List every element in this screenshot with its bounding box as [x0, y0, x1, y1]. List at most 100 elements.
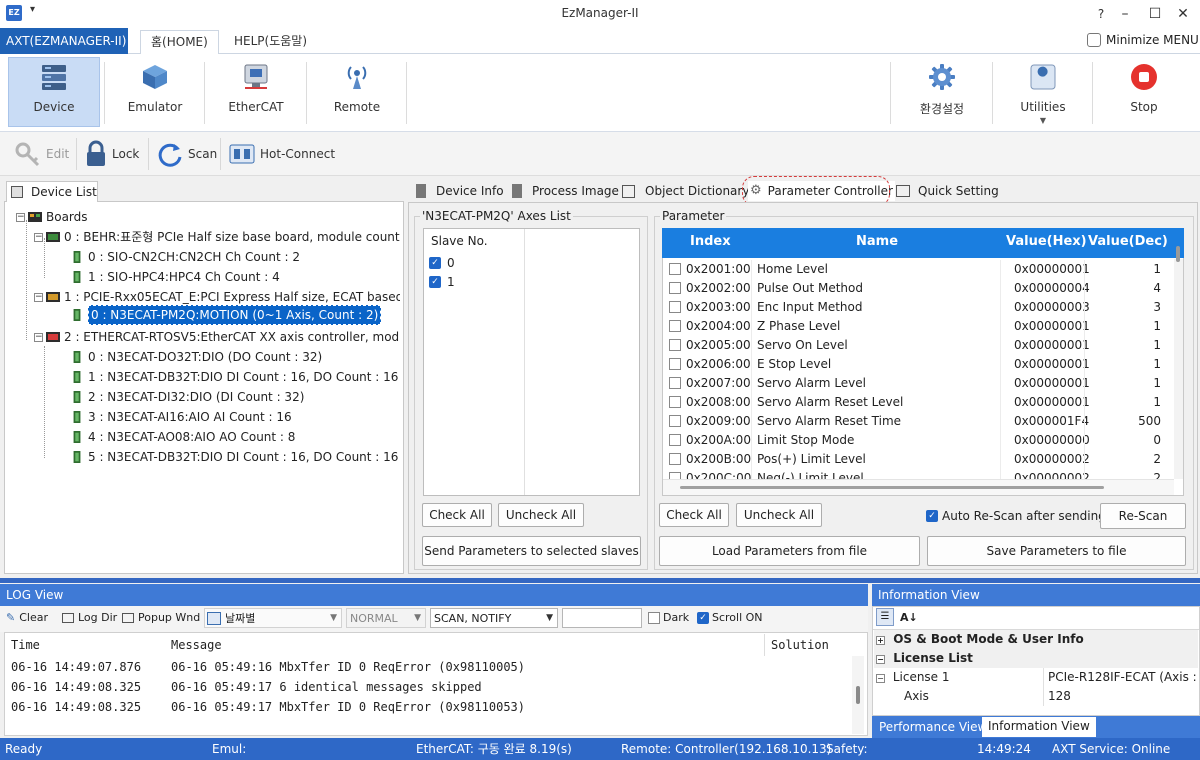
stop-button[interactable]: Stop — [1096, 58, 1192, 128]
sort-alpha-icon[interactable]: A↓ — [900, 611, 918, 624]
checkbox-unchecked[interactable] — [669, 263, 681, 275]
header-index[interactable]: Index — [690, 234, 731, 249]
axis-item[interactable]: ✓ 0 — [429, 256, 455, 270]
checkbox-unchecked[interactable] — [669, 453, 681, 465]
tree-node-module[interactable]: 2 : N3ECAT-DI32:DIO (DI Count : 32) — [70, 388, 304, 406]
params-check-all-button[interactable]: Check All — [659, 503, 729, 527]
tree-node-module[interactable]: 1 : N3ECAT-DB32T:DIO DI Count : 16, DO C… — [70, 368, 398, 386]
load-parameters-button[interactable]: Load Parameters from file — [659, 536, 920, 566]
tab-process-image[interactable]: Process Image — [512, 181, 619, 201]
axis-item[interactable]: ✓ 1 — [429, 275, 455, 289]
tab-help[interactable]: HELP(도움말) — [224, 30, 317, 54]
checkbox-unchecked[interactable] — [669, 301, 681, 313]
device-button[interactable]: Device — [8, 58, 100, 128]
info-axis-row[interactable]: Axis — [874, 687, 1198, 706]
collapse-icon[interactable]: − — [34, 332, 43, 342]
ethercat-button[interactable]: EtherCAT — [208, 58, 304, 128]
emulator-button[interactable]: Emulator — [108, 58, 202, 128]
tree-node-module[interactable]: 1 : SIO-HPC4:HPC4 Ch Count : 4 — [70, 268, 280, 286]
checkbox-unchecked[interactable] — [669, 377, 681, 389]
log-level-select[interactable]: NORMAL ▼ — [346, 608, 426, 628]
tree-node-board-2[interactable]: − 2 : ETHERCAT-RTOSV5:EtherCAT XX axis c… — [34, 328, 400, 346]
tab-information-view[interactable]: Information View — [982, 717, 1096, 737]
log-dir-button[interactable]: Log Dir — [62, 611, 117, 624]
dark-checkbox[interactable]: Dark — [648, 611, 689, 624]
header-value-dec[interactable]: Value(Dec) — [1088, 234, 1168, 249]
settings-button[interactable]: 환경설정 — [894, 58, 990, 128]
save-parameters-button[interactable]: Save Parameters to file — [927, 536, 1186, 566]
parameter-row[interactable]: 0x2001:00 Home Level 0x00000001 1 — [663, 260, 1174, 279]
info-os-category[interactable]: + OS & Boot Mode & User Info — [874, 630, 1198, 649]
log-date-select[interactable]: 날짜별 ▼ — [204, 608, 342, 628]
scroll-on-checkbox[interactable]: ✓ Scroll ON — [697, 611, 763, 624]
expand-icon[interactable]: + — [876, 636, 885, 645]
parameter-row[interactable]: 0x200B:00 Pos(+) Limit Level 0x00000002 2 — [663, 450, 1174, 469]
checkbox-unchecked[interactable] — [669, 358, 681, 370]
maximize-window-button[interactable]: ☐ — [1144, 4, 1166, 24]
checkbox-unchecked[interactable] — [669, 282, 681, 294]
tree-node-board-0[interactable]: − 0 : BEHR:표준형 PCIe Half size base board… — [34, 228, 400, 246]
parameter-row[interactable]: 0x2008:00 Servo Alarm Reset Level 0x000000… — [663, 393, 1174, 412]
tree-node-boards[interactable]: − Boards — [16, 208, 88, 226]
tree-node-board-1[interactable]: − 1 : PCIE-Rxx05ECAT_E:PCI Express Half … — [34, 288, 400, 306]
close-window-button[interactable]: ✕ — [1172, 4, 1194, 24]
minimize-menu-toggle[interactable]: Minimize MENU — [1087, 33, 1199, 47]
parameter-row[interactable]: 0x200A:00 Limit Stop Mode 0x00000000 0 — [663, 431, 1174, 450]
horizontal-splitter[interactable] — [0, 578, 1200, 583]
edit-button[interactable]: Edit — [14, 138, 69, 170]
tree-node-module[interactable]: 0 : N3ECAT-DO32T:DIO (DO Count : 32) — [70, 348, 322, 366]
info-license-list-category[interactable]: − License List — [874, 649, 1198, 668]
auto-rescan-checkbox[interactable]: ✓ Auto Re-Scan after sending — [926, 509, 1106, 523]
scrollbar-thumb[interactable] — [856, 686, 860, 704]
log-clear-button[interactable]: ✎ Clear — [6, 611, 48, 624]
axes-uncheck-all-button[interactable]: Uncheck All — [498, 503, 584, 527]
checkbox-unchecked[interactable] — [669, 434, 681, 446]
categorized-view-icon[interactable]: ☰ — [876, 608, 894, 626]
checkbox-unchecked[interactable] — [669, 396, 681, 408]
log-filter-select[interactable]: SCAN, NOTIFY ▼ — [430, 608, 558, 628]
parameter-row[interactable]: 0x2007:00 Servo Alarm Level 0x00000001 1 — [663, 374, 1174, 393]
parameter-row[interactable]: 0x2009:00 Servo Alarm Reset Time 0x000001F… — [663, 412, 1174, 431]
scrollbar-thumb[interactable] — [680, 486, 1104, 489]
tree-node-module[interactable]: 3 : N3ECAT-AI16:AIO AI Count : 16 — [70, 408, 292, 426]
scan-button[interactable]: Scan — [156, 138, 217, 170]
utilities-button[interactable]: Utilities ▼ — [996, 58, 1090, 128]
parameter-vertical-scrollbar[interactable] — [1174, 259, 1183, 479]
checkbox-checked[interactable]: ✓ — [429, 276, 441, 288]
axes-check-all-button[interactable]: Check All — [422, 503, 492, 527]
collapse-icon[interactable]: − — [34, 292, 43, 302]
tree-node-module[interactable]: 0 : SIO-CN2CH:CN2CH Ch Count : 2 — [70, 248, 300, 266]
header-name[interactable]: Name — [856, 234, 898, 249]
parameter-row[interactable]: 0x2004:00 Z Phase Level 0x00000001 1 — [663, 317, 1174, 336]
parameter-row[interactable]: 0x2005:00 Servo On Level 0x00000001 1 — [663, 336, 1174, 355]
checkbox-checked[interactable]: ✓ — [926, 510, 938, 522]
scrollbar-thumb[interactable] — [1176, 246, 1180, 262]
remote-button[interactable]: Remote — [310, 58, 404, 128]
tab-quick-setting[interactable]: Quick Setting — [896, 181, 999, 201]
collapse-icon[interactable]: − — [876, 655, 885, 664]
parameter-row[interactable]: 0x2003:00 Enc Input Method 0x00000003 3 — [663, 298, 1174, 317]
log-search-input[interactable] — [562, 608, 642, 628]
parameter-row[interactable]: 0x2006:00 E Stop Level 0x00000001 1 — [663, 355, 1174, 374]
tab-device-list[interactable]: Device List — [6, 181, 98, 202]
collapse-icon[interactable]: − — [876, 674, 885, 683]
tab-home[interactable]: 홈(HOME) — [140, 30, 219, 54]
tab-object-dictionary[interactable]: Object Dictionary — [622, 181, 749, 201]
checkbox-checked[interactable]: ✓ — [697, 611, 709, 624]
checkbox-checked[interactable]: ✓ — [429, 257, 441, 269]
app-menu-tab[interactable]: AXT(EZMANAGER-II) — [0, 28, 128, 54]
tree-node-module[interactable]: 5 : N3ECAT-DB32T:DIO DI Count : 16, DO C… — [70, 448, 398, 466]
checkbox-unchecked[interactable] — [648, 611, 660, 624]
header-value-hex[interactable]: Value(Hex) — [1006, 234, 1087, 249]
help-icon[interactable]: ? — [1090, 4, 1112, 24]
lock-button[interactable]: Lock — [84, 138, 139, 170]
rescan-button[interactable]: Re-Scan — [1100, 503, 1186, 529]
collapse-icon[interactable]: − — [34, 232, 43, 242]
minimize-window-button[interactable]: – — [1114, 4, 1136, 24]
collapse-icon[interactable]: − — [16, 212, 25, 222]
params-uncheck-all-button[interactable]: Uncheck All — [736, 503, 822, 527]
checkbox-unchecked[interactable] — [669, 339, 681, 351]
send-parameters-button[interactable]: Send Parameters to selected slaves — [422, 536, 641, 566]
tab-device-info[interactable]: Device Info — [416, 181, 504, 201]
checkbox-unchecked[interactable] — [669, 415, 681, 427]
